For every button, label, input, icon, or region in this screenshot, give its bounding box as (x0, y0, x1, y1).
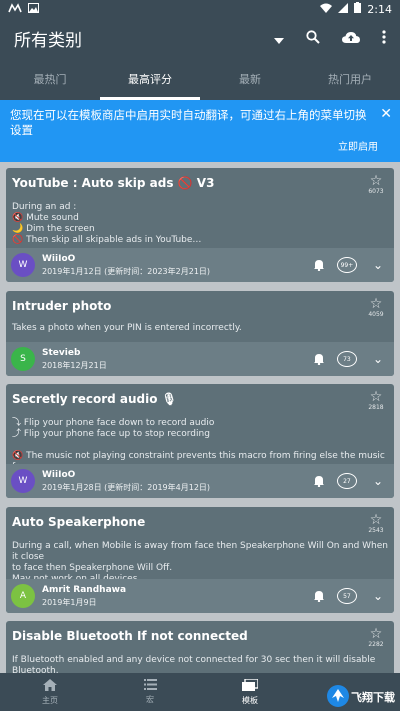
notification-bell-icon[interactable] (313, 350, 325, 369)
chevron-down-icon[interactable]: ⌄ (373, 474, 383, 488)
comments-badge[interactable]: 99+ (336, 257, 357, 273)
chevron-down-icon[interactable]: ⌄ (373, 352, 383, 366)
image-notification-icon (28, 2, 39, 16)
chevron-down-icon[interactable]: ⌄ (373, 589, 383, 603)
star-rating[interactable]: ☆ 6073 (364, 174, 388, 195)
template-card[interactable]: Intruder photo Takes a photo when your P… (6, 291, 394, 376)
card-title: YouTube : Auto skip ads 🚫 V3 (12, 176, 215, 190)
star-rating[interactable]: ☆ 2818 (364, 390, 388, 411)
wifi-icon (320, 3, 333, 16)
app-bar: 所有类别 (0, 18, 400, 58)
star-icon: ☆ (369, 296, 383, 312)
tab-top-rated[interactable]: 最高评分 (100, 58, 200, 100)
tab-newest[interactable]: 最新 (200, 58, 300, 100)
star-icon: ☆ (369, 512, 383, 528)
comments-badge[interactable]: 73 (336, 351, 357, 367)
tab-top-users[interactable]: 热门用户 (300, 58, 400, 100)
card-footer: S Stevieb 2018年12月21日 73 ⌄ (6, 342, 394, 376)
template-card[interactable]: Auto Speakerphone During a call, when Mo… (6, 507, 394, 613)
notification-bell-icon[interactable] (313, 472, 325, 491)
tab-most-popular[interactable]: 最热门 (0, 58, 100, 100)
card-footer: A Amrit Randhawa 2019年1月9日 57 ⌄ (6, 579, 394, 613)
star-count: 6073 (368, 188, 384, 195)
home-icon (43, 678, 57, 693)
avatar[interactable]: S (11, 347, 35, 371)
avatar[interactable]: W (11, 469, 35, 493)
star-rating[interactable]: ☆ 4059 (364, 297, 388, 318)
star-count: 2818 (368, 404, 384, 411)
star-count: 4059 (368, 311, 384, 318)
template-card[interactable]: Secretly record audio 🎙 ⤵ Flip your phon… (6, 384, 394, 498)
nav-templates[interactable]: 模板 (200, 673, 300, 711)
avatar[interactable]: W (11, 253, 35, 277)
status-time: 2:14 (367, 2, 392, 16)
card-date: 2019年1月28日 (更新时间：2019年4月12日) (42, 482, 211, 492)
star-count: 2543 (368, 527, 384, 534)
templates-icon (242, 677, 259, 693)
notification-bell-icon[interactable] (313, 587, 325, 606)
enable-now-button[interactable]: 立即启用 (338, 138, 378, 153)
comments-badge[interactable]: 27 (336, 473, 357, 489)
card-footer: W WiiIoO 2019年1月12日 (更新时间：2023年2月21日) 99… (6, 248, 394, 282)
star-rating[interactable]: ☆ 2543 (364, 513, 388, 534)
star-rating[interactable]: ☆ 2282 (364, 627, 388, 648)
card-footer: W WiiIoO 2019年1月28日 (更新时间：2019年4月12日) 27… (6, 464, 394, 498)
status-bar: 2:14 (0, 0, 400, 18)
nav-macros[interactable]: 宏 (100, 673, 200, 711)
star-icon: ☆ (369, 626, 383, 642)
template-card[interactable]: YouTube : Auto skip ads 🚫 V3 During an a… (6, 168, 394, 282)
signal-icon (338, 2, 349, 16)
card-title: Auto Speakerphone (12, 515, 146, 529)
comments-badge[interactable]: 57 (336, 588, 357, 604)
card-description: Takes a photo when your PIN is entered i… (12, 323, 242, 333)
card-title: Disable Bluetooth If not connected (12, 629, 248, 643)
list-icon (143, 679, 157, 692)
author-name[interactable]: WiiIoO (42, 470, 313, 480)
watermark-logo: 飞翔下载 (326, 683, 396, 709)
translation-banner: 您现在可以在模板商店中启用实时自动翻译，可通过右上角的菜单切换设置 ✕ 立即启用 (0, 100, 400, 162)
search-icon[interactable] (306, 29, 320, 48)
card-date: 2019年1月12日 (更新时间：2023年2月21日) (42, 266, 211, 276)
nav-home[interactable]: 主页 (0, 673, 100, 711)
banner-message: 您现在可以在模板商店中启用实时自动翻译，可通过右上角的菜单切换设置 (10, 108, 367, 137)
notification-bell-icon[interactable] (313, 256, 325, 275)
author-name[interactable]: WiiIoO (42, 254, 313, 264)
chevron-down-icon[interactable]: ⌄ (373, 258, 383, 272)
dropdown-arrow-icon[interactable] (274, 29, 284, 48)
card-date: 2018年12月21日 (42, 360, 107, 370)
card-description: During an ad : 🔇 Mute sound 🌙 Dim the sc… (12, 202, 202, 245)
author-name[interactable]: Stevieb (42, 348, 313, 358)
card-date: 2019年1月9日 (42, 597, 97, 607)
app-notification-icon (8, 2, 22, 16)
watermark-text: 飞翔下载 (351, 690, 395, 704)
template-card[interactable]: Disable Bluetooth If not connected If Bl… (6, 621, 394, 673)
sort-tabs: 最热门 最高评分 最新 热门用户 (0, 58, 400, 100)
card-title: Secretly record audio 🎙 (12, 392, 177, 406)
avatar[interactable]: A (11, 584, 35, 608)
star-icon: ☆ (369, 389, 383, 405)
close-icon[interactable]: ✕ (380, 106, 392, 122)
battery-icon (354, 2, 362, 16)
star-count: 2282 (368, 641, 384, 648)
card-title: Intruder photo (12, 299, 112, 313)
nav-label: 主页 (42, 695, 58, 705)
category-title[interactable]: 所有类别 (14, 26, 274, 51)
author-name[interactable]: Amrit Randhawa (42, 585, 313, 595)
cloud-upload-icon[interactable] (342, 29, 360, 48)
nav-label: 模板 (242, 695, 258, 705)
star-icon: ☆ (369, 173, 383, 189)
overflow-menu-icon[interactable] (382, 29, 386, 48)
card-description: If Bluetooth enabled and any device not … (12, 655, 376, 673)
nav-label: 宏 (146, 695, 154, 704)
